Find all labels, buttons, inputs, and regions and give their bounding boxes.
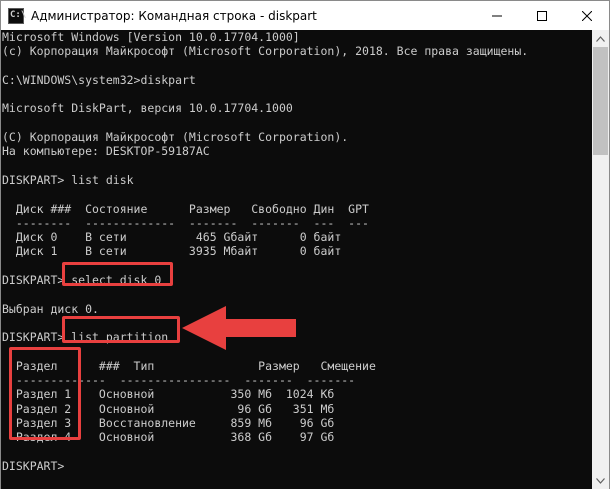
console-line: C:\WINDOWS\system32>diskpart [2, 72, 196, 87]
partition-names-highlight [9, 347, 81, 440]
close-button[interactable] [564, 1, 609, 30]
chevron-down-icon [596, 477, 605, 484]
console-line: Microsoft Windows [Version 10.0.17704.10… [2, 30, 300, 44]
scroll-down-button[interactable] [592, 472, 609, 489]
console-line: Диск 1 В сети 3935 Mбайт 0 байт [2, 244, 342, 259]
console-line: На компьютере: DESKTOP-59187AC [2, 144, 210, 159]
app-icon-glyph: C:\ [10, 9, 27, 20]
list-partition-command-highlight [62, 316, 180, 343]
console-line: DISKPART> [2, 458, 65, 473]
scroll-up-button[interactable] [592, 30, 609, 47]
console-line: (c) Корпорация Майкрософт (Microsoft Cor… [2, 44, 529, 59]
vertical-scrollbar[interactable] [592, 30, 609, 489]
console-line: (C) Корпорация Майкрософт (Microsoft Cor… [2, 130, 349, 145]
minimize-icon [491, 15, 502, 16]
command-prompt-window: C:\ Администратор: Командная строка - di… [0, 0, 610, 489]
console-line: -------- ------------- ------- ------- -… [2, 215, 369, 230]
console-line: DISKPART> list disk [2, 172, 134, 187]
scroll-thumb[interactable] [593, 47, 608, 155]
window-title: Администратор: Командная строка - diskpa… [31, 8, 317, 23]
chevron-up-icon [596, 35, 605, 42]
window-controls [474, 1, 609, 30]
close-icon [581, 10, 592, 21]
console-area[interactable]: Microsoft Windows [Version 10.0.17704.10… [1, 30, 592, 489]
minimize-button[interactable] [474, 1, 519, 30]
maximize-button[interactable] [519, 1, 564, 30]
left-pointing-arrow [182, 306, 296, 350]
console-line: Диск ### Состояние Размер Свободно Дин G… [2, 201, 369, 216]
maximize-icon [536, 10, 547, 21]
console-line: Microsoft DiskPart, версия 10.0.17704.10… [2, 101, 293, 116]
command-prompt-icon: C:\ [8, 7, 27, 24]
console-line: Диск 0 В сети 465 Gбайт 0 байт [2, 230, 342, 245]
select-disk-command-highlight [62, 262, 173, 286]
title-bar[interactable]: C:\ Администратор: Командная строка - di… [1, 1, 609, 30]
